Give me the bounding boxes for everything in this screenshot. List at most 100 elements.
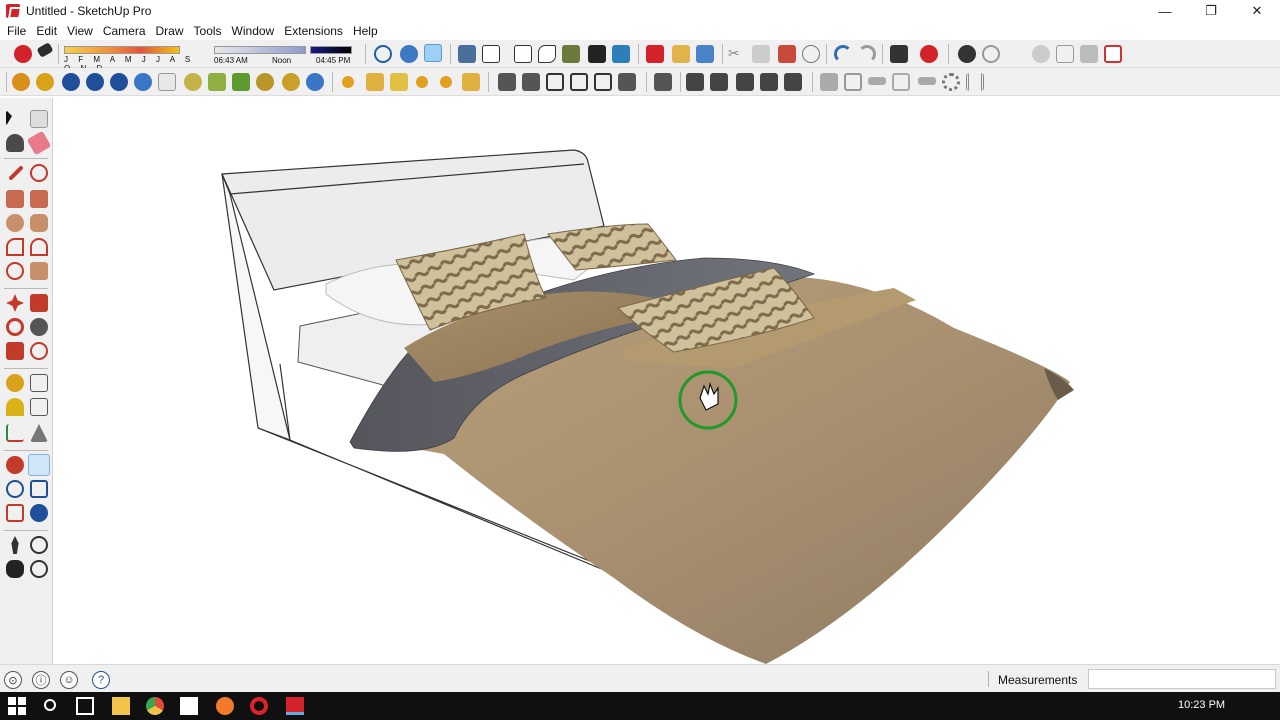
- file-explorer-icon[interactable]: [112, 697, 130, 715]
- plugin2-icon[interactable]: [134, 73, 152, 91]
- help-icon[interactable]: [62, 73, 80, 91]
- dot-icon[interactable]: [416, 76, 428, 88]
- extension-warehouse-icon[interactable]: [920, 45, 938, 63]
- stair-icon[interactable]: [844, 73, 862, 91]
- rectangle-icon[interactable]: [6, 190, 24, 208]
- save-icon[interactable]: [696, 45, 714, 63]
- slab-icon[interactable]: [918, 77, 936, 85]
- dimension-icon[interactable]: [686, 73, 704, 91]
- freehand-icon[interactable]: [30, 164, 48, 182]
- move-icon[interactable]: [6, 294, 24, 312]
- orbit-icon[interactable]: [6, 456, 24, 474]
- pan-icon[interactable]: [400, 45, 418, 63]
- menu-edit[interactable]: Edit: [31, 22, 62, 40]
- point-icon[interactable]: [342, 76, 354, 88]
- menu-view[interactable]: View: [62, 22, 98, 40]
- redo-icon[interactable]: [858, 45, 876, 63]
- plugin-icon[interactable]: [110, 73, 128, 91]
- chrome-icon[interactable]: [146, 697, 164, 715]
- credits-icon[interactable]: ⓘ: [32, 671, 50, 689]
- search-icon[interactable]: [44, 699, 56, 711]
- follow-me-icon[interactable]: [30, 318, 48, 336]
- lock-icon[interactable]: [760, 73, 778, 91]
- measurements-input[interactable]: [1088, 669, 1276, 689]
- select-arrow-icon[interactable]: [6, 110, 12, 126]
- plant-icon[interactable]: [232, 73, 250, 91]
- point2-icon[interactable]: [366, 73, 384, 91]
- 3d-warehouse-icon[interactable]: [890, 45, 908, 63]
- user-icon[interactable]: ☺: [60, 671, 78, 689]
- section-icon[interactable]: [654, 73, 672, 91]
- tape-measure-icon[interactable]: [6, 374, 24, 392]
- windows-start-icon[interactable]: [8, 697, 26, 715]
- shadow-time-slider-end[interactable]: [310, 46, 352, 54]
- ungroup-icon[interactable]: [736, 73, 754, 91]
- eraser-icon[interactable]: [26, 130, 52, 156]
- zoom-extents-icon[interactable]: [6, 504, 24, 522]
- unlock-icon[interactable]: [784, 73, 802, 91]
- shadow-time-slider[interactable]: [214, 46, 306, 54]
- offset-icon[interactable]: [30, 342, 48, 360]
- back-view-icon[interactable]: [562, 45, 580, 63]
- menu-window[interactable]: Window: [227, 22, 280, 40]
- previous-view-icon[interactable]: [30, 504, 48, 522]
- star-icon[interactable]: [462, 73, 480, 91]
- text-icon[interactable]: [30, 398, 48, 416]
- materials-icon[interactable]: [982, 45, 1000, 63]
- group-icon[interactable]: [710, 73, 728, 91]
- rotated-rectangle-icon[interactable]: [30, 190, 48, 208]
- wall-icon[interactable]: [618, 73, 636, 91]
- house-icon[interactable]: [498, 73, 516, 91]
- three-point-arc-icon[interactable]: [30, 262, 48, 280]
- model-viewport[interactable]: [54, 98, 1280, 664]
- window-icon[interactable]: [570, 73, 588, 91]
- paint-bucket-icon[interactable]: [6, 134, 24, 152]
- zoom-icon[interactable]: [6, 480, 24, 498]
- render-icon[interactable]: [36, 73, 54, 91]
- protractor-icon[interactable]: [6, 398, 24, 416]
- column-icon[interactable]: [820, 73, 838, 91]
- scale-icon[interactable]: [6, 342, 24, 360]
- info-icon[interactable]: [86, 73, 104, 91]
- top-view-icon[interactable]: [482, 45, 500, 63]
- walk-icon[interactable]: [6, 560, 24, 578]
- snap-icon[interactable]: [158, 73, 176, 91]
- grid-icon[interactable]: [966, 73, 984, 91]
- firefox-icon[interactable]: [216, 697, 234, 715]
- sun-icon[interactable]: [12, 73, 30, 91]
- right-view-icon[interactable]: [538, 45, 556, 63]
- line-pencil-icon[interactable]: [8, 165, 24, 181]
- rotate-icon[interactable]: [6, 318, 24, 336]
- frame-icon[interactable]: [892, 73, 910, 91]
- coin-icon[interactable]: [282, 73, 300, 91]
- circle-icon[interactable]: [6, 214, 24, 232]
- section-plane-icon[interactable]: [30, 560, 48, 578]
- bottom-view-icon[interactable]: [612, 45, 630, 63]
- menu-tools[interactable]: Tools: [189, 22, 227, 40]
- polygon-icon[interactable]: [30, 214, 48, 232]
- tree-icon[interactable]: [208, 73, 226, 91]
- styles-icon[interactable]: [1032, 45, 1050, 63]
- dot2-icon[interactable]: [440, 76, 452, 88]
- restore-button[interactable]: ❐: [1188, 0, 1234, 22]
- task-view-icon[interactable]: [76, 697, 94, 715]
- menu-camera[interactable]: Camera: [98, 22, 151, 40]
- arc-icon[interactable]: [6, 238, 24, 256]
- pan-hand-icon[interactable]: [28, 454, 50, 476]
- taskbar-clock[interactable]: 10:23 PM: [1178, 699, 1225, 711]
- flag-icon[interactable]: [390, 73, 408, 91]
- select-style-icon[interactable]: [14, 45, 32, 63]
- look-around-icon[interactable]: [30, 536, 48, 554]
- components-icon[interactable]: [958, 45, 976, 63]
- eraser-style-icon[interactable]: [36, 42, 54, 58]
- copy-icon[interactable]: [752, 45, 770, 63]
- pause-icon[interactable]: [306, 73, 324, 91]
- 3d-text-icon[interactable]: [30, 424, 48, 442]
- delete-guides-icon[interactable]: [1104, 45, 1122, 63]
- zoom-extents-icon[interactable]: [424, 44, 442, 62]
- erase-icon[interactable]: [802, 45, 820, 63]
- menu-draw[interactable]: Draw: [151, 22, 189, 40]
- position-camera-icon[interactable]: [11, 536, 19, 554]
- paste-icon[interactable]: [778, 45, 796, 63]
- beam-icon[interactable]: [868, 77, 886, 85]
